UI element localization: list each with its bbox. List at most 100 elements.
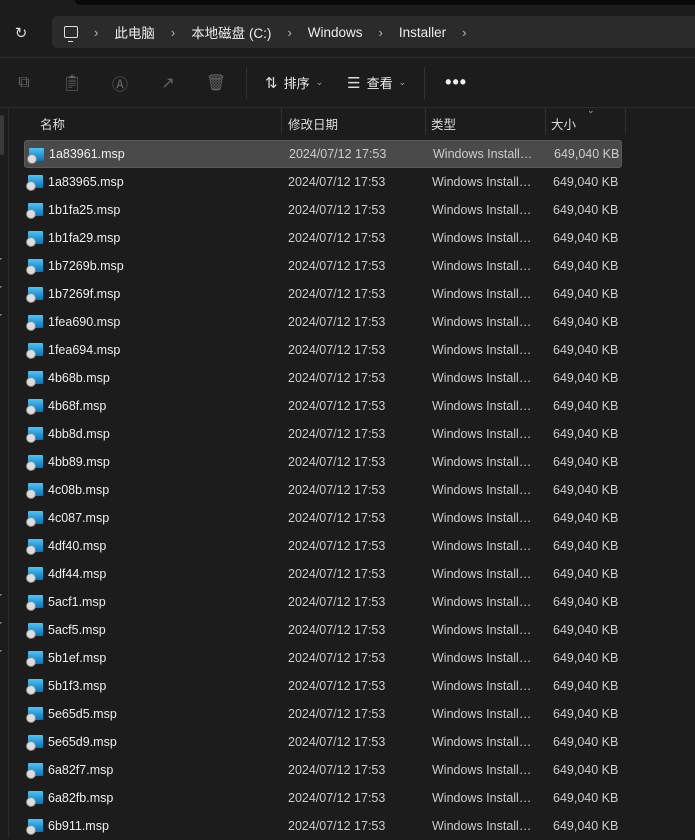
view-button[interactable]: ☰ 查看 ⌄: [335, 73, 418, 92]
file-row[interactable]: 1b1fa29.msp 2024/07/12 17:53 Windows Ins…: [24, 224, 622, 252]
file-type: Windows Installer Patch: [432, 791, 534, 805]
address-row: ↻ › 此电脑 › 本地磁盘 (C:) › Windows › Installe…: [0, 5, 695, 58]
file-size: 649,040 KB: [553, 287, 619, 301]
paste-icon[interactable]: 📋︎: [48, 73, 96, 93]
msp-file-icon: [26, 231, 43, 247]
chevron-right-icon[interactable]: ›: [454, 25, 474, 40]
copy-icon[interactable]: ⧉: [0, 74, 48, 92]
sort-icon: ⇅: [265, 74, 278, 92]
breadcrumb-windows[interactable]: Windows: [300, 25, 371, 40]
msp-file-icon: [26, 651, 43, 667]
file-row[interactable]: 1b1fa25.msp 2024/07/12 17:53 Windows Ins…: [24, 196, 622, 224]
column-type[interactable]: 类型: [431, 114, 456, 133]
file-size: 649,040 KB: [553, 483, 619, 497]
file-type: Windows Installer Patch: [432, 623, 534, 637]
file-name: 4c087.msp: [48, 511, 110, 525]
file-row[interactable]: 4df44.msp 2024/07/12 17:53 Windows Insta…: [24, 560, 622, 588]
file-row[interactable]: 4b68b.msp 2024/07/12 17:53 Windows Insta…: [24, 364, 622, 392]
column-divider[interactable]: [545, 108, 546, 135]
file-name: 1b1fa25.msp: [48, 203, 121, 217]
file-type: Windows Installer Patch: [432, 203, 534, 217]
column-divider[interactable]: [625, 108, 626, 135]
file-name: 1a83965.msp: [48, 175, 124, 189]
msp-file-icon: [26, 735, 43, 751]
expand-arrow-icon[interactable]: ▸: [0, 618, 2, 627]
file-row[interactable]: 5acf5.msp 2024/07/12 17:53 Windows Insta…: [24, 616, 622, 644]
expand-arrow-icon[interactable]: ▸: [0, 590, 2, 599]
expand-arrow-icon[interactable]: ▸: [0, 646, 2, 655]
file-name: 4bb89.msp: [48, 455, 110, 469]
file-row[interactable]: 1b7269b.msp 2024/07/12 17:53 Windows Ins…: [24, 252, 622, 280]
file-row[interactable]: 5e65d9.msp 2024/07/12 17:53 Windows Inst…: [24, 728, 622, 756]
file-row[interactable]: 4df40.msp 2024/07/12 17:53 Windows Insta…: [24, 532, 622, 560]
delete-icon[interactable]: 🗑︎: [192, 73, 240, 93]
file-list: 1a83961.msp 2024/07/12 17:53 Windows Ins…: [24, 140, 622, 840]
rename-icon[interactable]: Ⓐ: [96, 71, 144, 95]
refresh-icon[interactable]: ↻: [10, 23, 32, 45]
file-row[interactable]: 4bb89.msp 2024/07/12 17:53 Windows Insta…: [24, 448, 622, 476]
msp-file-icon: [26, 259, 43, 275]
navigation-pane[interactable]: ▸ ▸ ▸ ▸ ▸ ▸: [0, 108, 9, 838]
file-date: 2024/07/12 17:53: [288, 483, 386, 497]
file-date: 2024/07/12 17:53: [288, 175, 386, 189]
column-header: 名称 修改日期 类型 大小 ⌄: [9, 105, 695, 136]
file-row[interactable]: 5b1f3.msp 2024/07/12 17:53 Windows Insta…: [24, 672, 622, 700]
column-divider[interactable]: [281, 108, 282, 135]
file-row[interactable]: 6b911.msp 2024/07/12 17:53 Windows Insta…: [24, 812, 622, 840]
file-size: 649,040 KB: [553, 343, 619, 357]
file-date: 2024/07/12 17:53: [288, 399, 386, 413]
file-row[interactable]: 1fea694.msp 2024/07/12 17:53 Windows Ins…: [24, 336, 622, 364]
file-row[interactable]: 6a82f7.msp 2024/07/12 17:53 Windows Inst…: [24, 756, 622, 784]
file-type: Windows Installer Patch: [432, 315, 534, 329]
expand-arrow-icon[interactable]: ▸: [0, 282, 2, 291]
file-name: 4b68b.msp: [48, 371, 110, 385]
file-row[interactable]: 4c087.msp 2024/07/12 17:53 Windows Insta…: [24, 504, 622, 532]
column-divider[interactable]: [425, 108, 426, 135]
share-icon[interactable]: ↗: [144, 73, 192, 93]
breadcrumb-local-disk[interactable]: 本地磁盘 (C:): [183, 22, 279, 42]
file-size: 649,040 KB: [553, 231, 619, 245]
column-size[interactable]: 大小: [551, 114, 576, 133]
breadcrumb-installer[interactable]: Installer: [391, 25, 454, 40]
breadcrumb-this-pc[interactable]: 此电脑: [106, 22, 163, 42]
file-size: 649,040 KB: [553, 679, 619, 693]
file-row[interactable]: 4bb8d.msp 2024/07/12 17:53 Windows Insta…: [24, 420, 622, 448]
file-name: 1fea690.msp: [48, 315, 121, 329]
column-date[interactable]: 修改日期: [288, 114, 338, 133]
file-size: 649,040 KB: [553, 763, 619, 777]
file-size: 649,040 KB: [553, 707, 619, 721]
scrollbar[interactable]: [0, 115, 4, 155]
file-row[interactable]: 5b1ef.msp 2024/07/12 17:53 Windows Insta…: [24, 644, 622, 672]
sort-button[interactable]: ⇅ 排序 ⌄: [253, 73, 335, 92]
more-options-button[interactable]: •••: [431, 72, 481, 93]
sort-label: 排序: [283, 76, 310, 91]
file-name: 4df44.msp: [48, 567, 107, 581]
file-date: 2024/07/12 17:53: [288, 595, 386, 609]
file-type: Windows Installer Patch: [432, 819, 534, 833]
expand-arrow-icon[interactable]: ▸: [0, 310, 2, 319]
msp-file-icon: [26, 315, 43, 331]
file-row[interactable]: 1a83961.msp 2024/07/12 17:53 Windows Ins…: [24, 140, 622, 168]
file-row[interactable]: 4c08b.msp 2024/07/12 17:53 Windows Insta…: [24, 476, 622, 504]
file-date: 2024/07/12 17:53: [288, 203, 386, 217]
file-type: Windows Installer Patch: [432, 343, 534, 357]
expand-arrow-icon[interactable]: ▸: [0, 254, 2, 263]
file-row[interactable]: 1fea690.msp 2024/07/12 17:53 Windows Ins…: [24, 308, 622, 336]
file-row[interactable]: 1a83965.msp 2024/07/12 17:53 Windows Ins…: [24, 168, 622, 196]
file-size: 649,040 KB: [553, 175, 619, 189]
list-icon: ☰: [347, 74, 361, 92]
file-row[interactable]: 1b7269f.msp 2024/07/12 17:53 Windows Ins…: [24, 280, 622, 308]
chevron-right-icon: ›: [378, 24, 383, 40]
file-date: 2024/07/12 17:53: [288, 651, 386, 665]
file-row[interactable]: 4b68f.msp 2024/07/12 17:53 Windows Insta…: [24, 392, 622, 420]
file-type: Windows Installer Patch: [433, 147, 535, 161]
msp-file-icon: [26, 623, 43, 639]
file-row[interactable]: 5acf1.msp 2024/07/12 17:53 Windows Insta…: [24, 588, 622, 616]
file-row[interactable]: 5e65d5.msp 2024/07/12 17:53 Windows Inst…: [24, 700, 622, 728]
column-name[interactable]: 名称: [40, 114, 65, 133]
file-date: 2024/07/12 17:53: [288, 707, 386, 721]
divider: [424, 66, 426, 99]
file-row[interactable]: 6a82fb.msp 2024/07/12 17:53 Windows Inst…: [24, 784, 622, 812]
command-bar: ⧉ 📋︎ Ⓐ ↗ 🗑︎ ⇅ 排序 ⌄ ☰ 查看 ⌄ •••: [0, 58, 695, 108]
address-bar[interactable]: › 此电脑 › 本地磁盘 (C:) › Windows › Installer …: [52, 16, 695, 48]
